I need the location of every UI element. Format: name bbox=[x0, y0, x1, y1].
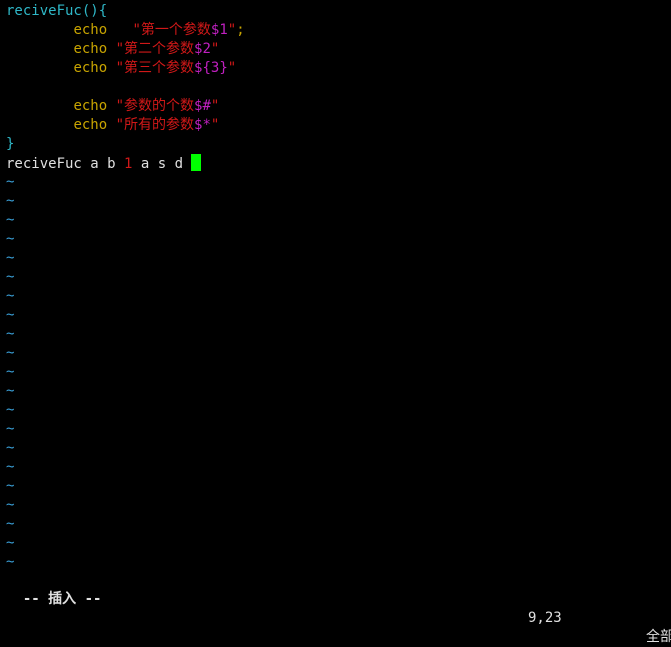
echo-command: echo bbox=[73, 60, 108, 76]
status-line: -- 插入 -- 9,23 全部 bbox=[6, 571, 671, 645]
string-variable: $1 bbox=[210, 22, 228, 38]
string-quote: " bbox=[115, 60, 125, 76]
empty-line-tilde: ~ bbox=[6, 231, 15, 247]
string-text: 参数的个数 bbox=[124, 98, 195, 114]
open-brace: { bbox=[98, 3, 108, 19]
string-variable: $* bbox=[194, 117, 211, 133]
empty-line-markers: ~ ~ ~ ~ ~ ~ ~ ~ ~ ~ ~ ~ ~ ~ ~ ~ ~ ~ ~ ~ ~ bbox=[6, 173, 671, 572]
string-variable: $2 bbox=[194, 41, 211, 57]
empty-line-tilde: ~ bbox=[6, 269, 15, 285]
empty-line-tilde: ~ bbox=[6, 421, 15, 437]
echo-command: echo bbox=[73, 41, 108, 57]
echo-command: echo bbox=[73, 22, 108, 38]
echo-command: echo bbox=[73, 117, 108, 133]
empty-line-tilde: ~ bbox=[6, 402, 15, 418]
string-quote: " bbox=[115, 117, 125, 133]
close-brace: } bbox=[6, 136, 15, 152]
string-quote: " bbox=[227, 60, 237, 76]
empty-line-tilde: ~ bbox=[6, 383, 15, 399]
string-text: 所有的参数 bbox=[124, 117, 195, 133]
empty-line-tilde: ~ bbox=[6, 193, 15, 209]
code-line-1: reciveFuc(){ bbox=[6, 2, 671, 21]
code-line-7: echo "所有的参数$*" bbox=[6, 116, 671, 135]
empty-line-tilde: ~ bbox=[6, 174, 15, 190]
empty-line-tilde: ~ bbox=[6, 497, 15, 513]
scroll-indicator: 全部 bbox=[646, 629, 671, 645]
code-line-2: echo "第一个参数$1"; bbox=[6, 21, 671, 40]
string-variable: $# bbox=[194, 98, 211, 114]
string-variable: ${3} bbox=[194, 60, 228, 76]
empty-line-tilde: ~ bbox=[6, 516, 15, 532]
empty-line-tilde: ~ bbox=[6, 345, 15, 361]
empty-line-tilde: ~ bbox=[6, 459, 15, 475]
string-quote: " bbox=[115, 41, 125, 57]
text-cursor bbox=[191, 154, 202, 171]
string-quote: " bbox=[227, 22, 237, 38]
empty-line-tilde: ~ bbox=[6, 307, 15, 323]
empty-line-tilde: ~ bbox=[6, 250, 15, 266]
empty-line-tilde: ~ bbox=[6, 326, 15, 342]
echo-command: echo bbox=[73, 98, 108, 114]
empty-line-tilde: ~ bbox=[6, 364, 15, 380]
function-parens: () bbox=[81, 3, 99, 19]
mode-indicator: -- 插入 -- bbox=[22, 591, 102, 607]
code-line-8: } bbox=[6, 135, 671, 154]
cursor-position: 9,23 bbox=[528, 610, 562, 626]
semicolon: ; bbox=[236, 22, 245, 38]
code-line-4: echo "第三个参数${3}" bbox=[6, 59, 671, 78]
string-quote: " bbox=[132, 22, 141, 38]
string-quote: " bbox=[210, 41, 220, 57]
function-call: reciveFuc a b bbox=[6, 156, 125, 172]
code-line-3: echo "第二个参数$2" bbox=[6, 40, 671, 59]
function-name: reciveFuc bbox=[6, 3, 82, 19]
string-quote: " bbox=[115, 98, 125, 114]
empty-line-tilde: ~ bbox=[6, 212, 15, 228]
string-quote: " bbox=[210, 117, 220, 133]
empty-line-tilde: ~ bbox=[6, 288, 15, 304]
string-text: 第一个参数 bbox=[140, 22, 211, 38]
empty-line-tilde: ~ bbox=[6, 554, 15, 570]
editor-buffer[interactable]: reciveFuc(){ echo "第一个参数$1"; echo "第二个参数… bbox=[6, 2, 671, 572]
empty-line-tilde: ~ bbox=[6, 440, 15, 456]
empty-line-tilde: ~ bbox=[6, 478, 15, 494]
string-text: 第三个参数 bbox=[124, 60, 195, 76]
string-quote: " bbox=[210, 98, 220, 114]
empty-line-tilde: ~ bbox=[6, 535, 15, 551]
string-text: 第二个参数 bbox=[124, 41, 195, 57]
code-line-6: echo "参数的个数$#" bbox=[6, 97, 671, 116]
call-arguments: a s d bbox=[132, 156, 192, 172]
code-line-9: reciveFuc a b 1 a s d bbox=[6, 154, 671, 173]
